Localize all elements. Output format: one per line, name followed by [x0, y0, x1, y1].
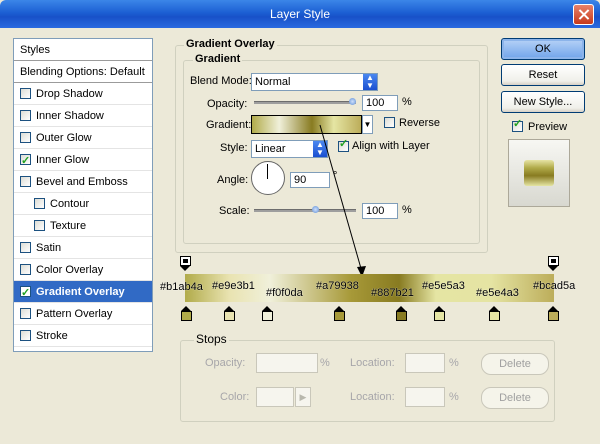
delete-opacity-stop-button[interactable]: Delete: [481, 353, 549, 375]
stop-color-location-label: Location:: [350, 391, 395, 403]
stops-title: Stops: [194, 332, 229, 346]
color-stop-5[interactable]: [396, 306, 407, 321]
color-stop-6[interactable]: [434, 306, 445, 321]
color-stop-7[interactable]: [489, 306, 500, 321]
stop-label-7: #e5e4a3: [476, 287, 519, 299]
opacity-stop-right[interactable]: [548, 256, 559, 271]
stop-label-3: #f0f0da: [266, 287, 303, 299]
color-stop-8[interactable]: [548, 306, 559, 321]
color-stop-3[interactable]: [262, 306, 273, 321]
stop-opacity-location-label: Location:: [350, 357, 395, 369]
color-stop-1[interactable]: [181, 306, 192, 321]
stop-opacity-label: Opacity:: [205, 357, 246, 369]
color-stop-2[interactable]: [224, 306, 235, 321]
opacity-stop-left[interactable]: [180, 256, 191, 271]
color-stop-4[interactable]: [334, 306, 345, 321]
stop-label-8: #bcad5a: [533, 280, 576, 292]
delete-color-stop-button[interactable]: Delete: [481, 387, 549, 409]
stop-label-6: #e5e5a3: [422, 280, 465, 292]
stop-opacity-unit: %: [320, 357, 330, 369]
stop-color-arrow-icon[interactable]: ▶: [295, 387, 311, 407]
stop-opacity-location-input[interactable]: [405, 353, 445, 373]
stop-color-label: Color:: [220, 391, 250, 403]
stop-label-5: #887b21: [371, 287, 414, 299]
stop-label-4: #a79938: [316, 280, 359, 292]
stop-label-1: #b1ab4a: [160, 281, 203, 293]
stop-label-2: #e9e3b1: [212, 280, 255, 292]
stop-color-location-unit: %: [449, 391, 459, 403]
stop-color-swatch[interactable]: [256, 387, 294, 407]
stop-color-location-input[interactable]: [405, 387, 445, 407]
stop-opacity-input[interactable]: [256, 353, 318, 373]
stop-opacity-location-unit: %: [449, 357, 459, 369]
